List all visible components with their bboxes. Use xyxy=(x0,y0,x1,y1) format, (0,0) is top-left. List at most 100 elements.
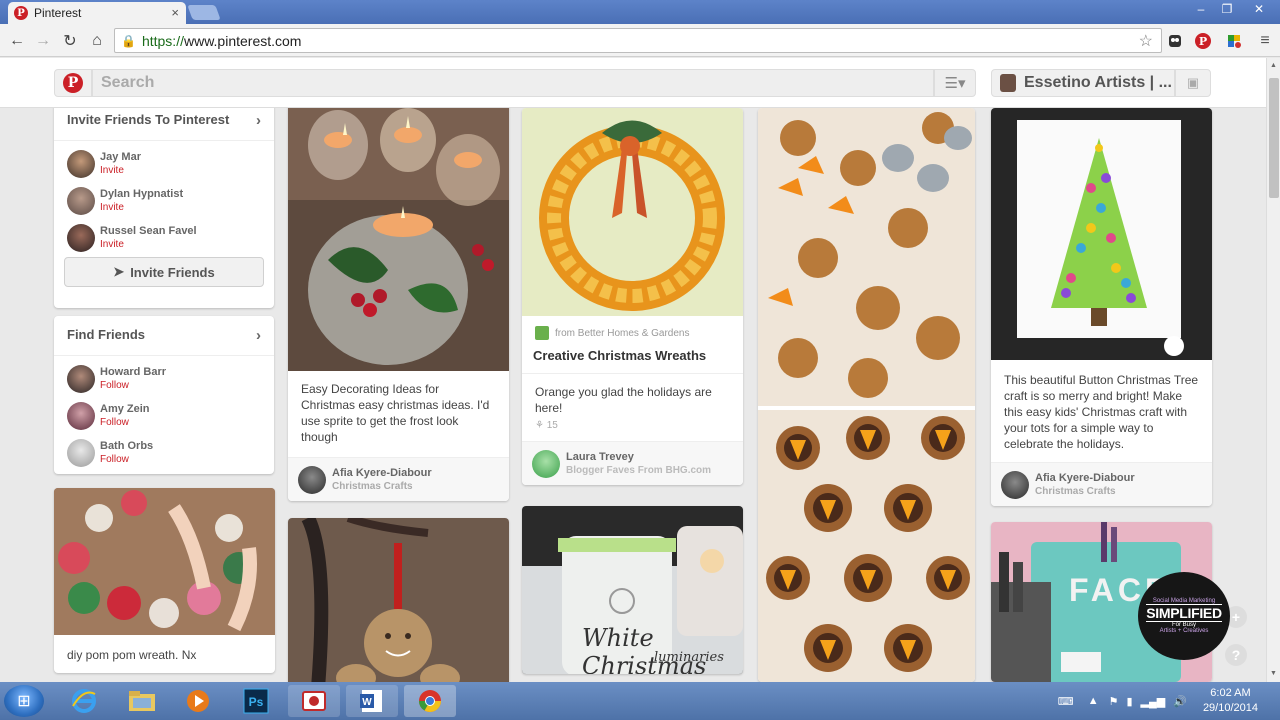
invite-friends-panel: Invite Friends To Pinterest › Jay Mar Inv… xyxy=(54,108,274,308)
file-explorer-icon[interactable] xyxy=(116,685,168,717)
keyboard-icon[interactable]: ⌨ xyxy=(1058,695,1074,708)
pin-credit[interactable]: Afia Kyere-Diabour Christmas Crafts xyxy=(991,462,1212,506)
pinner-avatar xyxy=(1001,470,1029,499)
chrome-icon[interactable] xyxy=(404,685,456,717)
bookmark-star-icon[interactable]: ☆ xyxy=(1139,31,1153,51)
color-extension-icon[interactable] xyxy=(1224,31,1244,51)
pinner-avatar xyxy=(298,465,326,494)
invite-link[interactable]: Invite xyxy=(100,164,141,177)
luminaries-overlay-title: White Christmas xyxy=(582,624,707,674)
invite-panel-header[interactable]: Invite Friends To Pinterest › xyxy=(54,108,274,129)
action-center-flag-icon[interactable]: ⚑ xyxy=(1109,695,1119,708)
chrome-menu-icon[interactable]: ≡ xyxy=(1255,31,1275,51)
page-scrollbar[interactable]: ▲ ▼ xyxy=(1266,58,1280,682)
follow-link[interactable]: Follow xyxy=(100,453,153,466)
find-panel-header[interactable]: Find Friends › xyxy=(54,316,274,344)
follow-link[interactable]: Follow xyxy=(100,416,150,429)
invite-panel-title: Invite Friends To Pinterest xyxy=(67,112,230,127)
pin-card-candles[interactable]: Easy Decorating Ideas for Christmas easy… xyxy=(288,108,509,501)
search-input[interactable]: Search xyxy=(92,69,934,97)
pin-credit[interactable]: Afia Kyere-Diabour Christmas Crafts xyxy=(288,457,509,501)
pinterest-logo[interactable]: P xyxy=(54,69,92,97)
friend-row[interactable]: Russel Sean Favel Invite xyxy=(54,219,274,256)
screen-recorder-icon[interactable] xyxy=(288,685,340,717)
new-tab-button[interactable] xyxy=(187,5,221,20)
clock[interactable]: 6:02 AM 29/10/2014 xyxy=(1203,686,1258,716)
pin-card-luminaries[interactable]: White Christmas luminaries xyxy=(522,506,743,674)
minimize-button[interactable]: – xyxy=(1188,0,1214,18)
pin-description: diy pom pom wreath. Nx xyxy=(67,648,197,662)
pin-card-candy-pretzels[interactable] xyxy=(758,108,975,682)
address-bar[interactable]: 🔒 https:// www.pinterest.com ☆ xyxy=(114,28,1162,53)
invite-link[interactable]: Invite xyxy=(100,238,197,251)
scroll-up-arrow-icon[interactable]: ▲ xyxy=(1270,62,1277,69)
watermark-line2: SIMPLIFIED xyxy=(1146,604,1222,622)
invite-link[interactable]: Invite xyxy=(100,201,183,214)
media-player-icon[interactable] xyxy=(172,685,224,717)
tray-expand-icon[interactable]: ▲ xyxy=(1088,695,1099,707)
restore-button[interactable]: ❐ xyxy=(1214,0,1240,18)
pin-card-gingerbread[interactable] xyxy=(288,518,509,682)
tab-pinterest[interactable]: P Pinterest × xyxy=(8,2,186,24)
pinterest-extension-icon[interactable]: P xyxy=(1193,31,1213,51)
pin-card-pom-pom-wreath[interactable]: diy pom pom wreath. Nx xyxy=(54,488,275,673)
find-friends-panel: Find Friends › Howard Barr Follow Amy Zei… xyxy=(54,316,274,474)
category-menu-button[interactable]: ☰▾ xyxy=(934,69,976,97)
message-icon: ▣ xyxy=(1186,75,1200,90)
pinner-name: Afia Kyere-Diabour xyxy=(332,466,432,479)
forward-button[interactable]: → xyxy=(32,30,54,52)
help-button[interactable]: ? xyxy=(1225,644,1247,666)
friend-row[interactable]: Amy Zein Follow xyxy=(54,397,274,434)
pin-image xyxy=(991,108,1212,360)
pinterest-favicon-icon: P xyxy=(14,6,28,20)
follow-link[interactable]: Follow xyxy=(100,379,166,392)
friend-avatar xyxy=(67,364,95,393)
pin-source[interactable]: from Better Homes & Gardens xyxy=(522,316,743,340)
pin-description: This beautiful Button Christmas Tree cra… xyxy=(1004,373,1199,451)
network-icon[interactable]: ▂▄▆ xyxy=(1141,695,1166,708)
start-button[interactable]: ⊞ xyxy=(4,685,44,717)
lock-icon: 🔒 xyxy=(121,33,136,48)
friend-name: Dylan Hypnatist xyxy=(100,187,184,200)
tab-title: Pinterest xyxy=(34,6,82,20)
close-window-button[interactable]: ✕ xyxy=(1240,0,1278,18)
friend-row[interactable]: Howard Barr Follow xyxy=(54,360,274,397)
friend-row[interactable]: Jay Mar Invite xyxy=(54,145,274,182)
word-icon[interactable]: W xyxy=(346,685,398,717)
pin-image xyxy=(288,108,509,371)
browser-titlebar: P Pinterest × – ❐ ✕ xyxy=(0,0,1280,24)
reload-button[interactable]: ↻ xyxy=(59,30,81,52)
pin-rich-title[interactable]: Creative Christmas Wreaths xyxy=(522,340,743,374)
pin-credit[interactable]: Laura Trevey Blogger Faves From BHG.com xyxy=(522,441,743,485)
pin-description: Orange you glad the holidays are here! xyxy=(535,385,712,415)
friend-row[interactable]: Bath Orbs Follow xyxy=(54,434,274,471)
chevron-right-icon: › xyxy=(256,112,261,129)
channel-watermark-logo: Social Media Marketing SIMPLIFIED For Bu… xyxy=(1138,572,1230,660)
messages-button[interactable]: ▣ xyxy=(1175,69,1211,97)
windows-logo-icon: ⊞ xyxy=(17,693,31,710)
back-button[interactable]: ← xyxy=(6,30,28,52)
scrollbar-thumb[interactable] xyxy=(1269,78,1279,198)
find-panel-title: Find Friends xyxy=(67,327,145,342)
invite-friends-button[interactable]: ➤ Invite Friends xyxy=(64,257,264,287)
pin-card-button-tree[interactable]: This beautiful Button Christmas Tree cra… xyxy=(991,108,1212,506)
pinterest-header: P Search ☰▾ Essetino Artists | ... ▣ xyxy=(0,58,1266,108)
internet-explorer-icon[interactable] xyxy=(58,685,110,717)
send-icon: ➤ xyxy=(113,264,125,279)
tab-close-icon[interactable]: × xyxy=(171,5,179,20)
photoshop-icon[interactable]: Ps xyxy=(230,685,282,717)
browser-toolbar: ← → ↻ ⌂ 🔒 https:// www.pinterest.com ☆ P… xyxy=(0,24,1280,57)
owl-extension-icon[interactable] xyxy=(1165,31,1185,51)
pin-image xyxy=(288,518,509,682)
pinner-avatar xyxy=(532,449,560,478)
svg-text:W: W xyxy=(362,697,372,708)
power-icon[interactable]: ▮ xyxy=(1126,695,1132,708)
user-profile-button[interactable]: Essetino Artists | ... xyxy=(991,69,1175,97)
volume-icon[interactable]: 🔊 xyxy=(1173,695,1187,708)
scroll-down-arrow-icon[interactable]: ▼ xyxy=(1270,670,1277,677)
pin-image xyxy=(522,108,743,316)
pin-card-wreath[interactable]: from Better Homes & Gardens Creative Chr… xyxy=(522,108,743,485)
home-button[interactable]: ⌂ xyxy=(86,30,108,52)
pin-image xyxy=(54,488,275,635)
friend-row[interactable]: Dylan Hypnatist Invite xyxy=(54,182,274,219)
